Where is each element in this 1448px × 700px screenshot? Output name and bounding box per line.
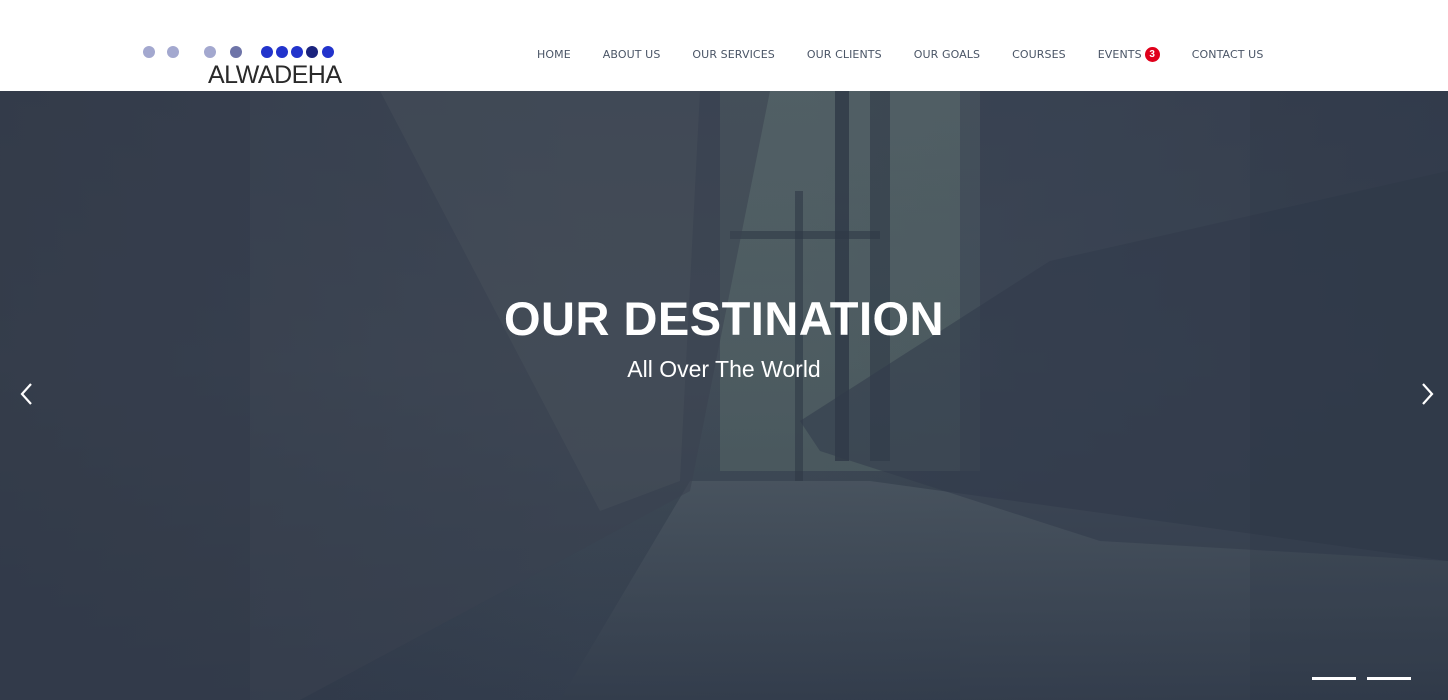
hero-subtitle: All Over The World	[627, 356, 821, 382]
hero-title: OUR DESTINATION	[503, 292, 945, 345]
carousel-indicator[interactable]	[1312, 677, 1356, 680]
hero-carousel: OUR DESTINATION All Over The World	[0, 91, 1448, 700]
nav-item-our-goals[interactable]: OUR GOALS	[914, 48, 980, 61]
logo-dot	[306, 46, 318, 58]
logo-text: ALWADEHA	[208, 61, 342, 89]
logo-dot	[230, 46, 242, 58]
logo-dot	[143, 46, 155, 58]
nav-item-our-clients[interactable]: OUR CLIENTS	[807, 48, 882, 61]
nav-item-events[interactable]: EVENTS 3	[1097, 46, 1160, 62]
site-header: ALWADEHA HOME ABOUT US OUR SERVICES OUR …	[0, 0, 1448, 91]
nav-item-label: CONTACT US	[1191, 47, 1264, 61]
nav-item-our-services[interactable]: OUR SERVICES	[692, 48, 774, 61]
carousel-prev-button[interactable]	[12, 379, 42, 409]
carousel-next-button[interactable]	[1412, 379, 1442, 409]
nav-item-label: COURSES	[1012, 47, 1066, 61]
main-nav: HOME ABOUT US OUR SERVICES OUR CLIENTS O…	[537, 44, 1263, 64]
logo-dot	[204, 46, 216, 58]
logo-dot	[291, 46, 303, 58]
nav-item-about-us[interactable]: ABOUT US	[603, 48, 661, 61]
nav-item-contact-us[interactable]: CONTACT US	[1192, 48, 1264, 61]
hero-background-image	[0, 91, 1448, 700]
nav-item-label: OUR GOALS	[913, 47, 981, 61]
logo[interactable]: ALWADEHA	[140, 42, 342, 89]
logo-dot	[261, 46, 273, 58]
logo-dots	[140, 42, 340, 58]
nav-item-home[interactable]: HOME	[537, 48, 571, 61]
logo-dot	[276, 46, 288, 58]
nav-item-label: HOME	[537, 47, 571, 61]
events-count-badge: 3	[1144, 46, 1160, 62]
nav-item-label: OUR CLIENTS	[806, 47, 882, 61]
nav-item-label: EVENTS	[1097, 47, 1142, 61]
nav-item-courses[interactable]: COURSES	[1012, 48, 1066, 61]
logo-dot	[167, 46, 179, 58]
carousel-indicators	[1312, 677, 1411, 681]
nav-item-label: ABOUT US	[602, 47, 661, 61]
chevron-right-icon	[1422, 383, 1434, 405]
carousel-indicator[interactable]	[1367, 677, 1411, 680]
logo-dot	[322, 46, 334, 58]
chevron-left-icon	[20, 383, 32, 405]
nav-item-label: OUR SERVICES	[692, 47, 775, 61]
